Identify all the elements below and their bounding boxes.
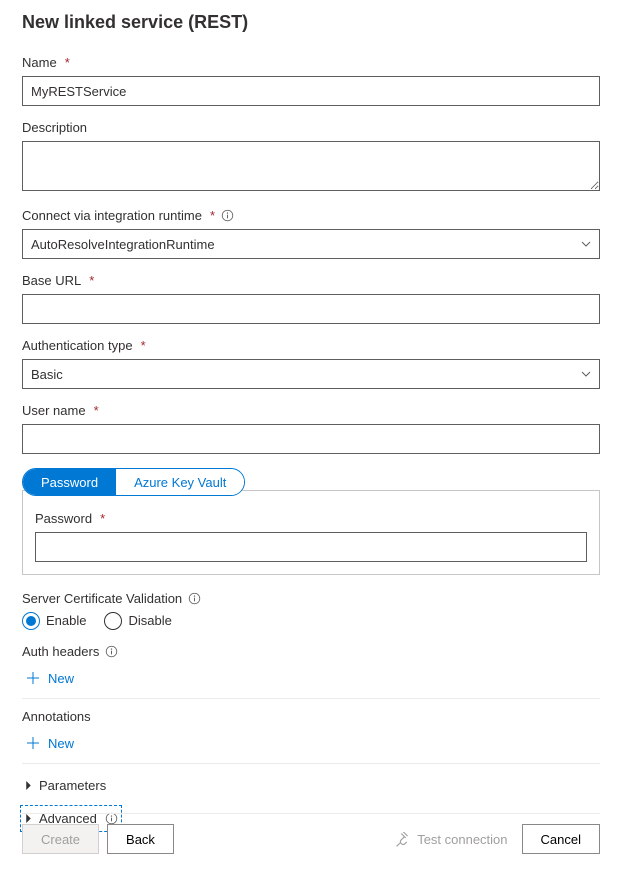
info-icon[interactable] [105,645,118,658]
password-source-tabs: Password Azure Key Vault [22,468,245,496]
required-asterisk: * [210,208,215,223]
password-label: Password* [35,511,587,526]
radio-disable[interactable]: Disable [104,612,171,630]
name-input[interactable] [22,76,600,106]
description-input[interactable] [22,141,600,191]
info-icon[interactable] [188,592,201,605]
plug-icon [396,832,411,847]
panel-title: New linked service (REST) [22,12,600,33]
divider [22,763,600,764]
authtype-label: Authentication type* [22,338,600,353]
create-button: Create [22,824,99,854]
info-icon[interactable] [221,209,234,222]
plus-icon [26,671,40,685]
name-label: Name* [22,55,600,70]
tab-password[interactable]: Password [23,469,116,495]
password-input[interactable] [35,532,587,562]
description-label: Description [22,120,600,135]
radio-icon [104,612,122,630]
servercert-label: Server Certificate Validation [22,591,600,606]
cancel-button[interactable]: Cancel [522,824,600,854]
baseurl-label: Base URL* [22,273,600,288]
tab-azure-key-vault[interactable]: Azure Key Vault [116,469,244,495]
radio-icon [22,612,40,630]
required-asterisk: * [89,273,94,288]
add-annotation-button[interactable]: New [22,730,78,757]
divider [22,698,600,699]
runtime-label: Connect via integration runtime* [22,208,600,223]
authheaders-label: Auth headers [22,644,600,659]
baseurl-input[interactable] [22,294,600,324]
authtype-select[interactable] [22,359,600,389]
runtime-select[interactable] [22,229,600,259]
required-asterisk: * [100,511,105,526]
required-asterisk: * [94,403,99,418]
chevron-right-icon [24,781,33,790]
add-auth-header-button[interactable]: New [22,665,78,692]
parameters-expander[interactable]: Parameters [22,774,108,797]
test-connection-button: Test connection [396,832,507,847]
radio-enable[interactable]: Enable [22,612,86,630]
back-button[interactable]: Back [107,824,174,854]
username-input[interactable] [22,424,600,454]
required-asterisk: * [65,55,70,70]
annotations-label: Annotations [22,709,600,724]
required-asterisk: * [141,338,146,353]
username-label: User name* [22,403,600,418]
plus-icon [26,736,40,750]
